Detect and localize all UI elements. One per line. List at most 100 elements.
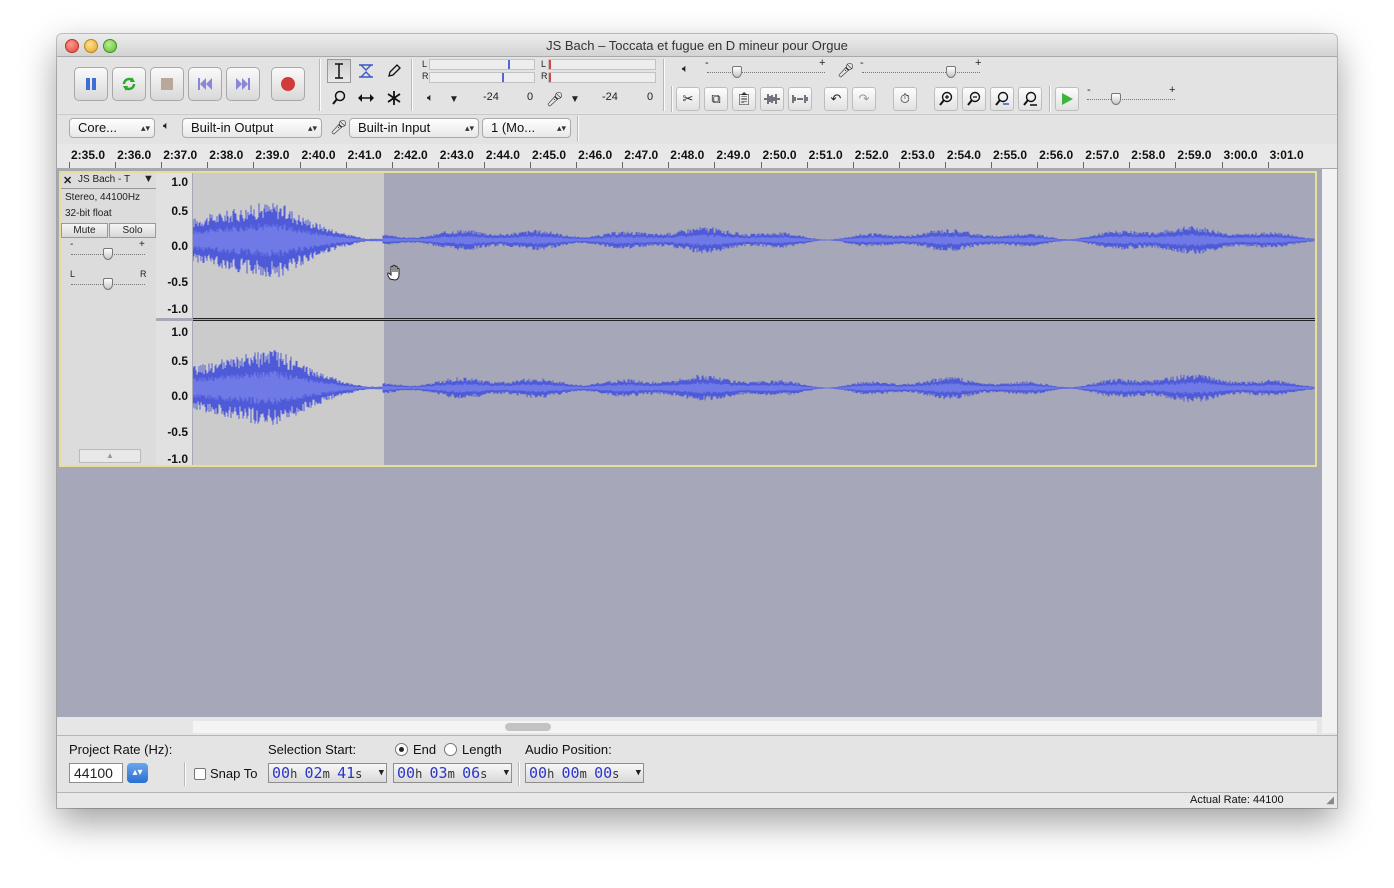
- copy-button[interactable]: ⧉: [704, 87, 728, 111]
- record-meter-right-label: R: [541, 71, 548, 81]
- time-format-dropdown-icon[interactable]: ▼: [636, 764, 641, 782]
- fit-selection-button[interactable]: [990, 87, 1014, 111]
- ruler-tick-mark: [668, 162, 670, 168]
- output-volume-slider[interactable]: [707, 66, 825, 78]
- record-meter-right[interactable]: [548, 72, 656, 83]
- undo-button[interactable]: ↶: [824, 87, 848, 111]
- solo-button[interactable]: Solo: [109, 223, 156, 238]
- selection-end-time[interactable]: 00h 03m 06s ▼: [393, 763, 512, 783]
- horizontal-scrollbar[interactable]: [193, 721, 1317, 733]
- skip-start-button[interactable]: [188, 67, 222, 101]
- vertical-scale-right-channel[interactable]: 1.0 0.5 0.0 -0.5 -1.0: [156, 321, 192, 466]
- project-rate-stepper[interactable]: ▴▾: [127, 763, 148, 783]
- trim-button[interactable]: [760, 87, 784, 111]
- ruler-tick-mark: [944, 162, 946, 168]
- selection-start-time[interactable]: 00h 02m 41s ▼: [268, 763, 387, 783]
- time-shift-tool[interactable]: [354, 86, 378, 110]
- silence-button[interactable]: [788, 87, 812, 111]
- scrollbar-thumb[interactable]: [505, 723, 551, 731]
- playback-meter-right[interactable]: [429, 72, 535, 83]
- time-format-dropdown-icon[interactable]: ▼: [504, 764, 509, 782]
- track-gain-slider[interactable]: [71, 248, 145, 260]
- time-format-dropdown-icon[interactable]: ▼: [379, 764, 384, 782]
- ruler-tick-mark: [483, 162, 485, 168]
- track-area: ✕ JS Bach - T ▼ Stereo, 44100Hz 32-bit f…: [57, 169, 1322, 717]
- fit-selection-icon: [995, 91, 1009, 106]
- fit-project-button[interactable]: [1018, 87, 1042, 111]
- toolbar-area: L R L R 🔈︎ ▼ -24 0 🎤︎ ▼ -24 0 🔈︎ - + 🎤︎: [57, 57, 1337, 113]
- copy-icon: ⧉: [711, 91, 721, 106]
- track-menu-dropdown-icon[interactable]: ▼: [143, 173, 154, 185]
- sync-lock-button[interactable]: ⏱︎: [893, 87, 917, 111]
- input-device-select[interactable]: Built-in Input ▴▾: [349, 118, 479, 138]
- envelope-tool[interactable]: [354, 59, 378, 83]
- audio-host-select[interactable]: Core... ▴▾: [69, 118, 155, 138]
- ruler-tick-label: 2:49.0: [716, 148, 751, 162]
- ruler-tick-label: 2:43.0: [439, 148, 474, 162]
- microphone-meter-icon[interactable]: 🎤︎: [546, 91, 564, 108]
- loop-play-button[interactable]: [112, 67, 146, 101]
- zoom-in-button[interactable]: [934, 87, 958, 111]
- vertical-scrollbar[interactable]: [1322, 169, 1337, 733]
- ruler-tick-label: 2:36.0: [117, 148, 152, 162]
- record-meter-left[interactable]: [548, 59, 656, 70]
- play-at-speed-button[interactable]: [1055, 87, 1079, 111]
- play-speed-slider[interactable]: [1087, 93, 1175, 105]
- playback-meter-menu-icon[interactable]: ▼: [449, 94, 459, 105]
- length-radio[interactable]: [444, 743, 457, 756]
- track-close-button[interactable]: ✕: [63, 174, 72, 187]
- selection-toolbar: Project Rate (Hz): 44100 ▴▾ Snap To Sele…: [57, 735, 1337, 793]
- stop-button[interactable]: [150, 67, 184, 101]
- input-volume-slider[interactable]: [862, 66, 980, 78]
- ruler-tick-mark: [345, 162, 347, 168]
- track-collapse-button[interactable]: ▲: [79, 449, 141, 463]
- timeline-ruler[interactable]: 2:35.0 2:36.0 2:37.0 2:38.0 2:39.0 2:40.0 2:41…: [57, 144, 1337, 169]
- draw-tool[interactable]: [382, 59, 406, 83]
- cut-button[interactable]: ✂: [676, 87, 700, 111]
- zoom-in-icon: [939, 91, 953, 106]
- window-title: JS Bach – Toccata et fugue en D mineur p…: [546, 38, 848, 53]
- selection-start-label: Selection Start:: [268, 742, 357, 757]
- ruler-tick-mark: [391, 162, 393, 168]
- track-name-button[interactable]: JS Bach - T: [78, 174, 130, 185]
- status-bar: Actual Rate: 44100 ◢: [57, 792, 1337, 808]
- double-arrow-icon: [358, 94, 374, 102]
- skip-end-button[interactable]: [226, 67, 260, 101]
- selection-tool[interactable]: [327, 59, 351, 83]
- toolbar-separator: [411, 59, 413, 111]
- record-button[interactable]: [271, 67, 305, 101]
- track-pan-slider[interactable]: [71, 278, 145, 290]
- project-rate-label: Project Rate (Hz):: [69, 742, 173, 757]
- pause-button[interactable]: [74, 67, 108, 101]
- end-radio[interactable]: [395, 743, 408, 756]
- zoom-tool[interactable]: [327, 86, 351, 110]
- scale-label: 1.0: [171, 175, 188, 189]
- paste-button[interactable]: 📋︎: [732, 87, 756, 111]
- length-label: Length: [462, 742, 502, 757]
- project-rate-input[interactable]: 44100: [69, 763, 123, 783]
- ruler-tick-mark: [437, 162, 439, 168]
- pause-icon: [86, 78, 96, 90]
- input-channels-select[interactable]: 1 (Mo... ▴▾: [482, 118, 571, 138]
- speaker-meter-icon[interactable]: 🔈︎: [427, 92, 434, 105]
- chevron-updown-icon: ▴▾: [307, 123, 317, 133]
- snap-to-checkbox[interactable]: [194, 768, 206, 780]
- audio-position-time[interactable]: 00h 00m 00s ▼: [525, 763, 644, 783]
- ruler-tick-mark: [1175, 162, 1177, 168]
- ruler-tick-label: 2:50.0: [762, 148, 797, 162]
- redo-button[interactable]: ↷: [852, 87, 876, 111]
- playback-meter-left[interactable]: [429, 59, 535, 70]
- waveform-left-channel[interactable]: [193, 173, 1315, 318]
- record-meter-max-label: 0: [647, 91, 654, 103]
- mute-button[interactable]: Mute: [61, 223, 108, 238]
- vertical-scale-left-channel[interactable]: 1.0 0.5 0.0 -0.5 -1.0: [156, 173, 192, 318]
- ruler-tick-mark: [898, 162, 900, 168]
- waveform-right-channel[interactable]: [193, 321, 1315, 466]
- zoom-out-button[interactable]: [962, 87, 986, 111]
- ruler-tick-mark: [1129, 162, 1131, 168]
- record-meter-menu-icon[interactable]: ▼: [570, 94, 580, 105]
- chevron-updown-icon: ▴▾: [464, 123, 474, 133]
- output-device-select[interactable]: Built-in Output ▴▾: [182, 118, 322, 138]
- resize-grip-icon[interactable]: ◢: [1326, 795, 1334, 806]
- multi-tool[interactable]: [382, 86, 406, 110]
